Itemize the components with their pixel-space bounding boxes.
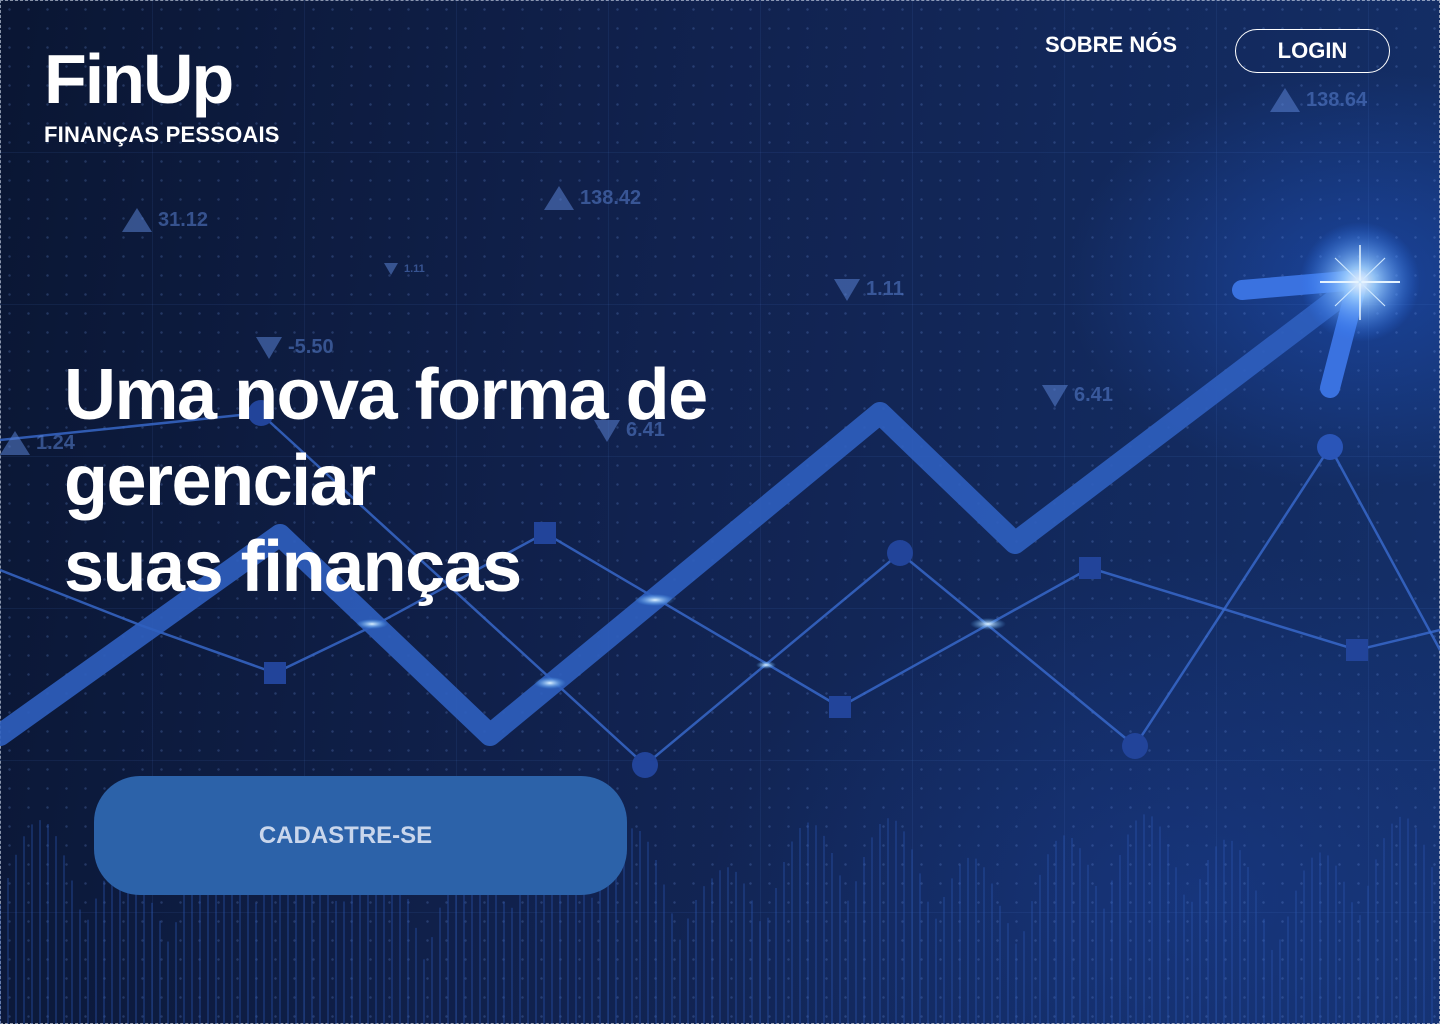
signup-button[interactable]: CADASTRE-SE <box>94 776 627 895</box>
triangle-down-icon <box>1042 384 1068 407</box>
ticker-up: 31.12 <box>122 208 208 232</box>
marker-square <box>264 662 286 684</box>
triangle-down-icon <box>384 263 398 275</box>
signup-button-label: CADASTRE-SE <box>258 821 433 849</box>
ticker-down: 1.11 <box>834 278 904 301</box>
marker-square <box>1346 639 1368 661</box>
ticker-down: 6.41 <box>1042 384 1113 407</box>
brand-name: FinUp <box>44 40 234 118</box>
landing-page: 138.64 138.42 31.12 1.11 1.11 -5.50 6.41… <box>0 0 1440 1024</box>
marker-square <box>829 696 851 718</box>
ticker-value: 6.41 <box>1074 384 1113 406</box>
hero-headline: Uma nova forma de gerenciar suas finança… <box>64 352 708 610</box>
ticker-down: 1.11 <box>384 263 425 275</box>
headline-line: suas finanças <box>64 527 522 607</box>
ticker-value: 1.11 <box>404 263 425 275</box>
triangle-up-icon <box>0 431 30 455</box>
glint <box>356 619 388 629</box>
ticker-value: 138.64 <box>1306 88 1368 111</box>
marker-circle <box>1317 434 1343 460</box>
glint <box>756 661 776 669</box>
triangle-up-icon <box>122 208 152 232</box>
marker-square <box>1079 557 1101 579</box>
ticker-up: 138.64 <box>1270 88 1367 112</box>
login-button-label: LOGIN <box>1277 38 1348 63</box>
nav-about-link[interactable]: SOBRE NÓS <box>1045 32 1177 58</box>
triangle-up-icon <box>1270 88 1300 112</box>
marker-circle <box>887 540 913 566</box>
triangle-down-icon <box>834 278 860 301</box>
glint <box>534 677 566 689</box>
login-button[interactable]: LOGIN <box>1235 29 1390 73</box>
ticker-value: 138.42 <box>580 186 642 209</box>
ticker-value: 1.11 <box>866 278 904 300</box>
glint <box>970 618 1006 630</box>
headline-line: gerenciar <box>64 441 376 521</box>
ticker-up: 138.42 <box>544 186 641 210</box>
brand-tagline: FINANÇAS PESSOAIS <box>44 122 280 147</box>
marker-circle <box>632 752 658 778</box>
headline-line: Uma nova forma de <box>64 355 708 435</box>
brand-logo[interactable]: FinUp FINANÇAS PESSOAIS <box>44 40 280 148</box>
triangle-up-icon <box>544 186 574 210</box>
marker-circle <box>1122 733 1148 759</box>
ticker-value: 31.12 <box>158 208 209 231</box>
